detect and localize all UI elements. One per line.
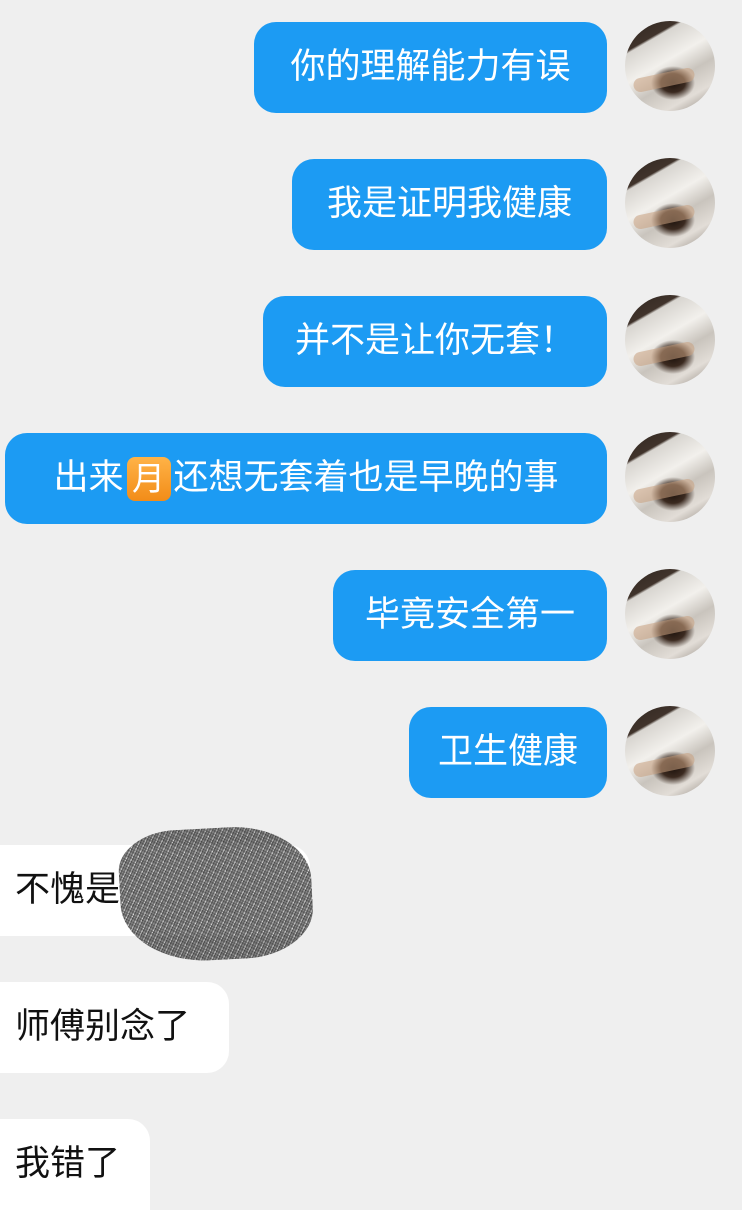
user-avatar[interactable]	[625, 432, 715, 522]
message-text-before: 出来	[53, 458, 124, 498]
user-avatar[interactable]	[625, 569, 715, 659]
outgoing-message: 并不是让你无套！	[263, 296, 607, 387]
user-avatar[interactable]	[625, 158, 715, 248]
message-text: 不愧是	[15, 870, 121, 910]
message-text: 我错了	[15, 1144, 121, 1184]
message-text: 毕竟安全第一	[364, 595, 575, 635]
moon-emoji-icon: 月	[126, 456, 171, 501]
message-text: 卫生健康	[437, 732, 578, 772]
incoming-message: 师傅别念了	[0, 982, 229, 1073]
message-text: 并不是让你无套！	[294, 321, 575, 361]
outgoing-message: 卫生健康	[409, 707, 607, 798]
message-text: 你的理解能力有误	[290, 47, 571, 87]
outgoing-message: 毕竟安全第一	[333, 570, 607, 661]
outgoing-message: 出来 月 还想无套着也是早晚的事	[5, 433, 607, 524]
outgoing-message: 你的理解能力有误	[254, 22, 607, 113]
user-avatar[interactable]	[625, 21, 715, 111]
user-avatar[interactable]	[625, 295, 715, 385]
message-text: 我是证明我健康	[326, 184, 572, 224]
redaction-scribble	[116, 823, 316, 965]
message-text: 师傅别念了	[15, 1007, 191, 1047]
user-avatar[interactable]	[625, 706, 715, 796]
message-text-after: 还想无套着也是早晚的事	[173, 458, 559, 498]
outgoing-message: 我是证明我健康	[292, 159, 607, 250]
incoming-message: 我错了	[0, 1119, 150, 1210]
